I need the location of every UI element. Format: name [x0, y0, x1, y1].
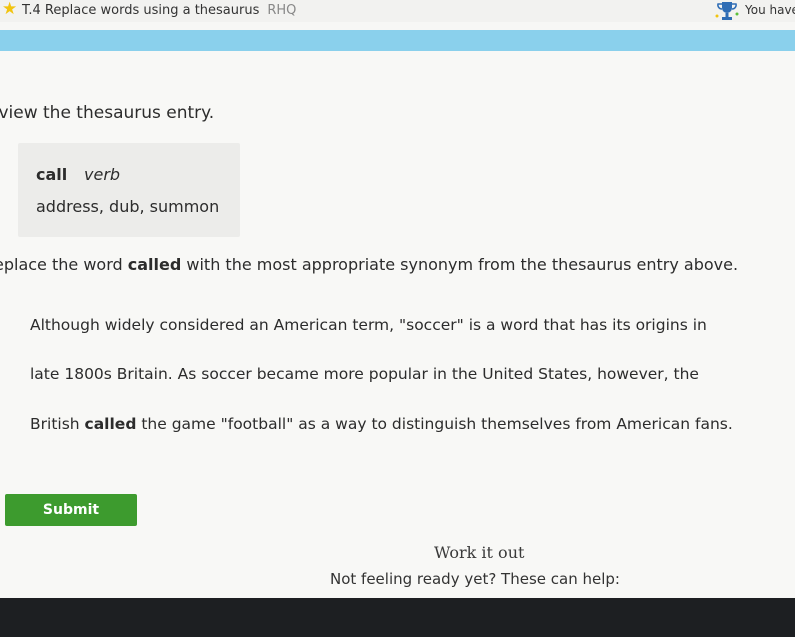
instruction-replace: eplace the word called with the most app…: [0, 255, 738, 274]
passage-line-1: Although widely considered an American t…: [30, 316, 707, 334]
thesaurus-word: call: [36, 165, 68, 184]
score-label: You have: [745, 3, 795, 17]
work-it-out-heading: Work it out: [434, 543, 525, 562]
not-ready-text: Not feeling ready yet? These can help:: [330, 570, 620, 588]
skill-code: RHQ: [267, 3, 297, 18]
skill-name: T.4 Replace words using a thesaurus: [22, 3, 260, 18]
passage-line-3-after: the game "football" as a way to distingu…: [136, 415, 733, 433]
instruction-review: eview the thesaurus entry.: [0, 103, 215, 123]
thesaurus-part-of-speech: verb: [84, 165, 121, 184]
trophy-icon: [715, 2, 739, 20]
thesaurus-synonyms: address, dub, summon: [36, 197, 220, 216]
skill-title: T.4 Replace words using a thesaurus RHQ: [22, 3, 296, 18]
top-bar: ★ T.4 Replace words using a thesaurus RHQ…: [0, 0, 795, 22]
target-word: called: [127, 255, 182, 274]
passage-line-2: late 1800s Britain. As soccer became mor…: [30, 365, 699, 383]
instruction-replace-after: with the most appropriate synonym from t…: [181, 255, 739, 274]
passage-target-word[interactable]: called: [85, 415, 137, 433]
passage-line-3-before: British: [30, 415, 85, 433]
progress-band: [0, 30, 795, 51]
passage-line-3[interactable]: British called the game "football" as a …: [30, 415, 733, 433]
submit-button[interactable]: Submit: [5, 494, 137, 526]
screen-bottom-bezel: [0, 598, 795, 637]
thesaurus-entry: call verb address, dub, summon: [18, 143, 240, 237]
star-icon: ★: [2, 0, 18, 19]
instruction-replace-before: eplace the word: [0, 255, 128, 274]
